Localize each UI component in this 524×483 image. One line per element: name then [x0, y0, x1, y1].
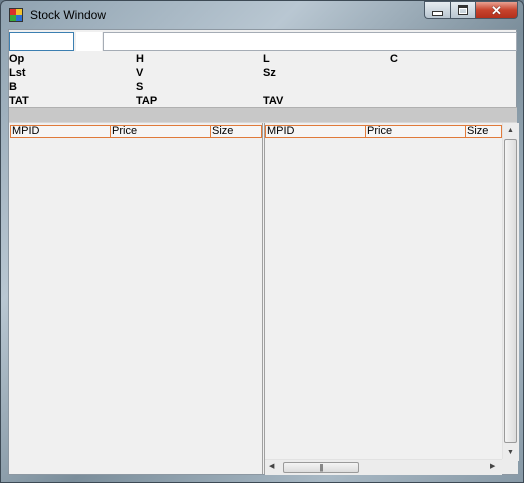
ask-book-panel[interactable]: MPID Price Size ▲ ▼ ◀ ||| ▶: [264, 123, 519, 475]
ask-header-mpid[interactable]: MPID: [265, 125, 366, 138]
ask-header-price[interactable]: Price: [365, 125, 466, 138]
bid-book-panel[interactable]: MPID Price Size: [9, 123, 263, 474]
ask-horizontal-scrollbar[interactable]: ◀ ||| ▶: [265, 459, 502, 475]
bid-label: B: [9, 81, 17, 93]
stock-window: Stock Window ✕ Op H L C Lst V Sz B S TAT…: [0, 0, 524, 483]
arrow-right-icon[interactable]: ▶: [490, 463, 495, 471]
maximize-icon: [458, 5, 468, 15]
symbol-spacer-box: [76, 32, 102, 51]
close-button[interactable]: ✕: [475, 1, 518, 19]
caption-buttons: ✕: [424, 1, 518, 20]
title-bar[interactable]: Stock Window ✕: [1, 1, 523, 29]
scrollbar-corner: [502, 459, 518, 474]
description-input[interactable]: [103, 32, 517, 51]
high-label: H: [136, 53, 144, 65]
window-title: Stock Window: [30, 8, 107, 22]
ask-header-size[interactable]: Size: [465, 125, 502, 138]
last-label: Lst: [9, 67, 26, 79]
minimize-icon: [432, 10, 443, 16]
grip-icon: |||: [319, 463, 323, 472]
minimize-button[interactable]: [424, 1, 450, 19]
volume-label: V: [136, 67, 144, 79]
close-label: C: [390, 53, 398, 65]
ask-horizontal-thumb[interactable]: |||: [283, 462, 359, 473]
open-label: Op: [9, 53, 25, 65]
arrow-down-icon[interactable]: ▼: [507, 449, 514, 457]
arrow-left-icon[interactable]: ◀: [269, 463, 274, 471]
arrow-up-icon[interactable]: ▲: [507, 127, 514, 135]
symbol-input[interactable]: [9, 32, 74, 51]
bid-header-price[interactable]: Price: [110, 125, 211, 138]
status-bar: [9, 107, 517, 123]
ask-label: S: [136, 81, 144, 93]
app-grid-icon[interactable]: [9, 8, 23, 22]
maximize-button[interactable]: [450, 1, 475, 19]
ask-vertical-thumb[interactable]: [504, 139, 517, 443]
bid-header-mpid[interactable]: MPID: [10, 125, 111, 138]
client-area: Op H L C Lst V Sz B S TAT TAP TAV MPID P…: [8, 29, 519, 475]
bid-header-size[interactable]: Size: [210, 125, 262, 138]
tav-label: TAV: [263, 95, 284, 107]
low-label: L: [263, 53, 270, 65]
tap-label: TAP: [136, 95, 158, 107]
size-label: Sz: [263, 67, 276, 79]
ask-vertical-scrollbar[interactable]: ▲ ▼: [502, 123, 519, 461]
close-icon: ✕: [491, 2, 502, 18]
tat-label: TAT: [9, 95, 29, 107]
